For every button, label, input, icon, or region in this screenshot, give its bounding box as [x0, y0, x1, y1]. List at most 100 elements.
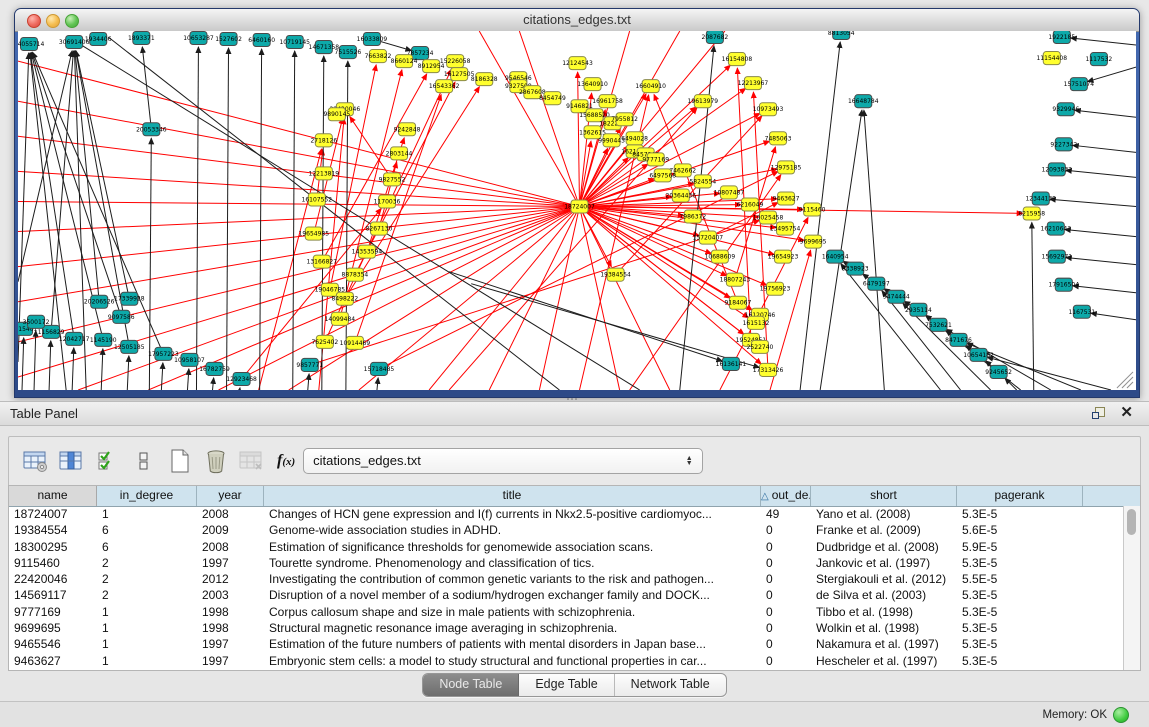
scrollbar-thumb[interactable] — [1127, 509, 1136, 535]
table-row[interactable]: 969969511998Structural magnetic resonanc… — [9, 620, 1124, 636]
graph-node[interactable]: 9338923 — [842, 262, 869, 275]
graph-node[interactable]: 17313426 — [753, 363, 784, 376]
create-column-icon[interactable] — [165, 446, 195, 476]
table-row[interactable]: 977716911998Corpus callosum shape and si… — [9, 604, 1124, 620]
delete-column-icon[interactable] — [201, 446, 231, 476]
table-options-icon[interactable] — [21, 446, 51, 476]
graph-node[interactable]: 8471676 — [945, 333, 972, 346]
graph-node[interactable]: 2803144 — [386, 147, 413, 160]
graph-node[interactable]: 1145190 — [90, 333, 117, 346]
graph-node[interactable]: 15226058 — [440, 55, 471, 68]
column-header-in_degree[interactable]: in_degree — [97, 486, 197, 506]
float-panel-icon[interactable] — [1092, 407, 1105, 419]
graph-node[interactable]: 19654923 — [768, 250, 799, 263]
graph-node[interactable]: 7663822 — [365, 50, 392, 63]
graph-node[interactable]: 20364436 — [666, 189, 697, 202]
graph-node[interactable]: 6494028 — [621, 132, 648, 145]
function-builder-icon[interactable]: f(x) — [277, 452, 295, 470]
graph-node[interactable]: 20206526 — [84, 295, 115, 308]
graph-node[interactable]: 8215958 — [1018, 207, 1045, 220]
tab-network-table[interactable]: Network Table — [615, 674, 726, 696]
show-column-icon[interactable] — [57, 446, 87, 476]
graph-node[interactable]: 6460160 — [248, 34, 275, 47]
graph-node[interactable]: 16604910 — [635, 80, 666, 93]
graph-node[interactable]: 1117532 — [1086, 53, 1113, 66]
vertical-scrollbar[interactable] — [1123, 506, 1140, 670]
graph-node[interactable]: 8186328 — [471, 73, 498, 86]
tab-node-table[interactable]: Node Table — [423, 674, 519, 696]
graph-node[interactable]: 8878354 — [342, 268, 369, 281]
graph-node[interactable]: 9474444 — [883, 290, 910, 303]
graph-node[interactable]: 1170036 — [374, 195, 401, 208]
graph-node[interactable]: 16033809 — [357, 33, 388, 46]
graph-node[interactable]: 12213967 — [738, 77, 769, 90]
graph-node[interactable]: 9227342 — [1050, 138, 1077, 151]
graph-node[interactable]: 9097586 — [108, 310, 135, 323]
graph-node[interactable]: 12093832 — [1042, 163, 1073, 176]
graph-node[interactable]: 15751074 — [1064, 78, 1095, 91]
graph-node[interactable]: 1167531 — [1068, 305, 1095, 318]
graph-node[interactable]: 7625402 — [311, 335, 338, 348]
graph-node[interactable]: 10653287 — [183, 32, 214, 45]
table-row[interactable]: 1872400712008Changes of HCN gene express… — [9, 506, 1124, 522]
resize-grip-icon[interactable] — [1117, 372, 1133, 388]
close-panel-icon[interactable]: ✕ — [1120, 404, 1133, 422]
graph-node[interactable]: 8813054 — [828, 31, 855, 40]
graph-node[interactable]: 8267130 — [366, 222, 393, 235]
graph-node[interactable]: 19654985 — [299, 227, 330, 240]
graph-node[interactable]: 17339928 — [114, 292, 145, 305]
graph-node[interactable]: 9242848 — [394, 123, 421, 136]
graph-node[interactable]: 12505185 — [114, 340, 145, 353]
select-columns-icon[interactable] — [93, 446, 123, 476]
graph-node[interactable]: 12124543 — [562, 57, 593, 70]
graph-node[interactable]: 10719145 — [279, 36, 310, 49]
graph-node[interactable]: 9245652 — [985, 365, 1012, 378]
graph-node[interactable]: 7485063 — [765, 132, 792, 145]
table-selector-dropdown[interactable]: citations_edges.txt ▲▼ — [303, 448, 703, 474]
graph-node[interactable]: 12344139 — [1025, 192, 1056, 205]
column-header-name[interactable]: name — [9, 486, 97, 506]
column-header-pagerank[interactable]: pagerank — [957, 486, 1083, 506]
window-titlebar[interactable]: citations_edges.txt — [15, 9, 1139, 32]
network-canvas[interactable]: 1872400714055714306914061934406189337110… — [18, 31, 1136, 390]
graph-node[interactable]: 14055714 — [18, 38, 44, 51]
graph-node[interactable]: 10654182 — [963, 348, 994, 361]
graph-node[interactable]: 10958107 — [174, 353, 205, 366]
graph-node[interactable]: 9857771 — [296, 358, 323, 371]
column-header-out_de[interactable]: △out_de... — [761, 486, 811, 506]
table-row[interactable]: 946554611997Estimation of the future num… — [9, 636, 1124, 652]
graph-node[interactable]: 16543362 — [429, 80, 460, 93]
graph-node[interactable]: 19613979 — [688, 95, 719, 108]
graph-node[interactable]: 13640910 — [577, 78, 608, 91]
graph-node[interactable]: 2935114 — [905, 303, 932, 316]
column-header-short[interactable]: short — [811, 486, 957, 506]
memory-status-icon[interactable] — [1113, 707, 1129, 723]
table-row[interactable]: 1938455462009Genome-wide association stu… — [9, 522, 1124, 538]
table-row[interactable]: 2242004622012Investigating the contribut… — [9, 571, 1124, 587]
graph-node[interactable]: 12975185 — [771, 161, 802, 174]
table-row[interactable]: 911546021997Tourette syndrome. Phenomeno… — [9, 555, 1124, 571]
graph-node[interactable]: 16210643 — [1041, 222, 1072, 235]
graph-node[interactable]: 16961758 — [592, 95, 623, 108]
graph-node[interactable]: 16136141 — [716, 357, 747, 370]
graph-node[interactable]: 1640954 — [822, 250, 849, 263]
graph-node[interactable]: 1527602 — [215, 33, 242, 46]
column-header-year[interactable]: year — [197, 486, 264, 506]
graph-node[interactable]: 11154408 — [1037, 52, 1068, 65]
graph-node[interactable]: 16154808 — [722, 53, 753, 66]
graph-node[interactable]: 16648784 — [848, 95, 879, 108]
table-row[interactable]: 1830029562008Estimation of significance … — [9, 539, 1124, 555]
column-header-title[interactable]: title — [264, 486, 761, 506]
graph-node[interactable]: 10973493 — [753, 103, 784, 116]
graph-node[interactable]: 6479197 — [863, 277, 890, 290]
graph-node[interactable]: 2718126 — [310, 134, 337, 147]
graph-node[interactable]: 7986372 — [679, 210, 706, 223]
row-mode-icon[interactable] — [129, 446, 159, 476]
table-row[interactable]: 1456911722003Disruption of a novel membe… — [9, 587, 1124, 603]
graph-node[interactable]: 16782759 — [199, 362, 230, 375]
graph-node[interactable]: 1922185 — [1048, 31, 1075, 44]
network-view[interactable]: 1872400714055714306914061934406189337110… — [18, 31, 1136, 390]
graph-node[interactable]: 5824554 — [689, 175, 716, 188]
tab-edge-table[interactable]: Edge Table — [519, 674, 614, 696]
graph-node[interactable]: 9329946 — [1052, 103, 1079, 116]
